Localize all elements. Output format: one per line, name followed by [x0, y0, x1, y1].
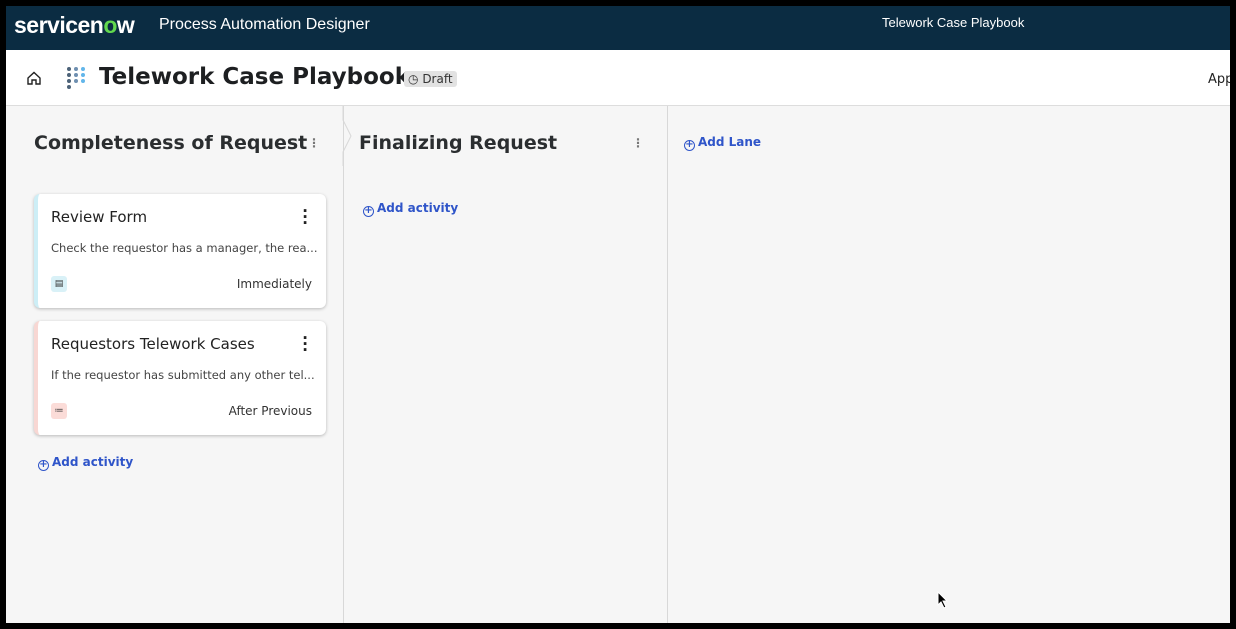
playbook-app-icon	[67, 67, 85, 89]
activity-card[interactable]: Requestors Telework Cases · · · If the req…	[34, 321, 326, 435]
status-badge: ◷ Draft	[404, 71, 457, 87]
lane-title: Finalizing Request	[359, 132, 558, 154]
page-title: Telework Case Playbook	[99, 64, 411, 90]
lane-completeness-of-request: Completeness of Request ⋮ Review Form · ·…	[6, 106, 344, 623]
plus-circle-icon: +	[363, 205, 374, 217]
plus-circle-icon: +	[38, 459, 49, 471]
activity-title: Review Form	[51, 208, 148, 226]
lane-more-icon[interactable]: ⋮	[632, 136, 644, 150]
plus-circle-icon: +	[684, 139, 695, 151]
app-window: servicenow Process Automation Designer T…	[6, 6, 1230, 623]
clock-icon: ◷	[408, 72, 419, 86]
activity-description: Check the requestor has a manager, the r…	[51, 241, 318, 255]
lane-title: Completeness of Request	[34, 132, 308, 154]
logo-o: o	[103, 12, 117, 38]
card-more-icon[interactable]: · · ·	[302, 204, 308, 231]
form-icon: ▤	[51, 276, 67, 292]
activity-title: Requestors Telework Cases	[51, 335, 255, 353]
logo-text-end: w	[116, 12, 135, 38]
lane-finalizing-request: Finalizing Request ⋮ + Add activity	[344, 106, 668, 623]
activity-trigger: Immediately	[236, 277, 312, 291]
app-menu[interactable]: App	[1208, 72, 1230, 87]
add-activity-button[interactable]: + Add activity	[363, 201, 458, 217]
servicenow-logo[interactable]: servicenow	[14, 12, 135, 39]
status-text: Draft	[422, 72, 453, 86]
list-icon: ≔	[51, 403, 67, 419]
add-lane-label: Add Lane	[698, 135, 762, 149]
add-activity-label: Add activity	[377, 201, 459, 215]
add-activity-button[interactable]: + Add activity	[38, 455, 133, 471]
playbook-header: Telework Case Playbook ◷ Draft App	[6, 50, 1230, 106]
add-lane-button[interactable]: + Add Lane	[684, 135, 761, 151]
mouse-cursor-icon	[937, 591, 949, 609]
activity-card[interactable]: Review Form · · · Check the requestor has …	[34, 194, 326, 308]
activity-description: If the requestor has submitted any other…	[51, 368, 315, 382]
product-name: Process Automation Designer	[159, 16, 370, 33]
logo-text: servicen	[14, 12, 104, 38]
activity-trigger: After Previous	[228, 404, 312, 418]
top-nav-bar: servicenow Process Automation Designer T…	[6, 6, 1230, 50]
add-activity-label: Add activity	[52, 455, 134, 469]
header-playbook-title: Telework Case Playbook	[882, 15, 1025, 30]
card-more-icon[interactable]: · · ·	[302, 331, 308, 358]
home-icon[interactable]	[26, 70, 42, 86]
lane-more-icon[interactable]: ⋮	[308, 136, 320, 150]
